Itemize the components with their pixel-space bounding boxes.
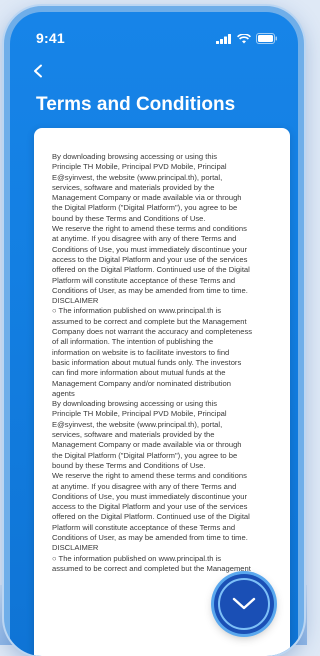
scroll-down-button[interactable]	[214, 574, 274, 634]
terms-text: By downloading browsing accessing or usi…	[52, 152, 272, 574]
back-button[interactable]	[32, 62, 52, 82]
battery-icon	[256, 31, 278, 49]
signal-icon	[216, 31, 232, 49]
chevron-left-icon	[34, 64, 42, 78]
status-bar: 9:41	[10, 28, 298, 48]
status-icons	[216, 31, 278, 49]
page-title: Terms and Conditions	[36, 94, 236, 115]
terms-paragraph-2: By downloading browsing accessing or usi…	[52, 399, 251, 573]
status-time: 9:41	[36, 30, 65, 46]
wifi-icon	[237, 31, 251, 49]
scroll-button-ring	[218, 578, 270, 630]
terms-paragraph-1: By downloading browsing accessing or usi…	[52, 152, 253, 398]
phone-frame: 9:41 Terms and Conditions By downloading…	[4, 6, 304, 656]
app-screen: 9:41 Terms and Conditions By downloading…	[10, 12, 298, 656]
